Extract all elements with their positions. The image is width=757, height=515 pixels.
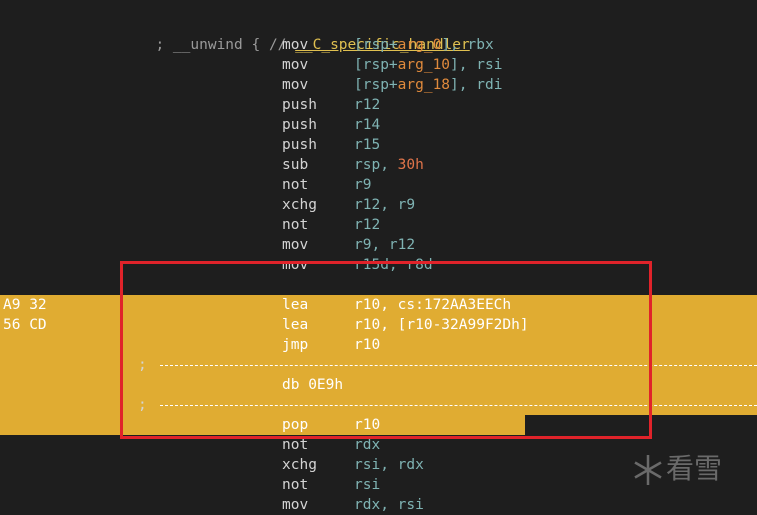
operand: [rsp+arg_18], rdi: [354, 77, 503, 93]
asm-line-highlighted[interactable]: A9 32 lea r10, cs:172AA3EECh: [0, 295, 757, 315]
asm-line[interactable]: not r9: [0, 175, 757, 195]
asm-line[interactable]: mov [rsp+arg_0], rbx: [0, 35, 757, 55]
operand: r12, r9: [354, 197, 416, 213]
db-directive: db 0E9h: [282, 377, 344, 393]
mnemonic: mov: [282, 257, 309, 273]
mnemonic: pop: [282, 417, 309, 433]
asm-line[interactable]: xchg r12, r9: [0, 195, 757, 215]
mnemonic: mov: [282, 57, 309, 73]
asm-line-highlighted[interactable]: pop r10: [0, 415, 525, 435]
operand: rsi: [354, 477, 381, 493]
mnemonic: mov: [282, 237, 309, 253]
mnemonic: not: [282, 217, 309, 233]
asm-line[interactable]: mov r15d, r8d: [0, 255, 757, 275]
data-byte-line[interactable]: db 0E9h: [0, 375, 757, 395]
operand: rsi, rdx: [354, 457, 424, 473]
operand: r10: [354, 337, 381, 353]
operand: r9, r12: [354, 237, 416, 253]
snowflake-icon: [634, 455, 662, 485]
mnemonic: push: [282, 117, 317, 133]
asm-line-highlighted[interactable]: jmp r10: [0, 335, 757, 355]
separator-line: ;: [0, 395, 757, 415]
operand: r10, cs:172AA3EECh: [354, 297, 512, 313]
asm-line[interactable]: mov r9, r12: [0, 235, 757, 255]
mnemonic: mov: [282, 497, 309, 513]
operand: r9: [354, 177, 372, 193]
mnemonic: lea: [282, 297, 309, 313]
mnemonic: jmp: [282, 337, 309, 353]
dashed-separator: [160, 365, 757, 366]
asm-line[interactable]: push r14: [0, 115, 757, 135]
operand: r10, [r10-32A99F2Dh]: [354, 317, 529, 333]
operand: rsp, 30h: [354, 157, 424, 173]
operand: [rsp+arg_10], rsi: [354, 57, 503, 73]
asm-line[interactable]: mov [rsp+arg_18], rdi: [0, 75, 757, 95]
operand: [rsp+arg_0], rbx: [354, 37, 494, 53]
operand: r15d, r8d: [354, 257, 433, 273]
mnemonic: push: [282, 97, 317, 113]
watermark-text: 看雪: [666, 452, 723, 485]
mnemonic: mov: [282, 37, 309, 53]
asm-line[interactable]: mov rdx, rsi: [0, 495, 757, 515]
asm-line[interactable]: mov [rsp+arg_10], rsi: [0, 55, 757, 75]
asm-line-highlighted[interactable]: 56 CD lea r10, [r10-32A99F2Dh]: [0, 315, 757, 335]
mnemonic: sub: [282, 157, 309, 173]
asm-line[interactable]: push r12: [0, 95, 757, 115]
operand: r15: [354, 137, 381, 153]
opcode-bytes: A9 32: [3, 297, 47, 313]
unwind-comment: ; __unwind { // __C_specific_handler: [138, 15, 469, 53]
operand: r10: [354, 417, 381, 433]
operand: r12: [354, 97, 381, 113]
watermark: 看雪: [630, 447, 722, 488]
mnemonic: xchg: [282, 197, 317, 213]
mnemonic: lea: [282, 317, 309, 333]
mnemonic: not: [282, 477, 309, 493]
operand: r14: [354, 117, 381, 133]
mnemonic: not: [282, 437, 309, 453]
operand: r12: [354, 217, 381, 233]
asm-line[interactable]: push r15: [0, 135, 757, 155]
mnemonic: mov: [282, 77, 309, 93]
opcode-bytes: 56 CD: [3, 317, 47, 333]
mnemonic: not: [282, 177, 309, 193]
mnemonic: push: [282, 137, 317, 153]
mnemonic: xchg: [282, 457, 317, 473]
operand: rdx: [354, 437, 381, 453]
operand: rdx, rsi: [354, 497, 424, 513]
asm-line[interactable]: not r12: [0, 215, 757, 235]
separator-line: ;: [0, 355, 757, 375]
dashed-separator: [160, 405, 757, 406]
asm-line[interactable]: sub rsp, 30h: [0, 155, 757, 175]
asm-line-highlighted[interactable]: pushr10: [0, 275, 757, 355]
